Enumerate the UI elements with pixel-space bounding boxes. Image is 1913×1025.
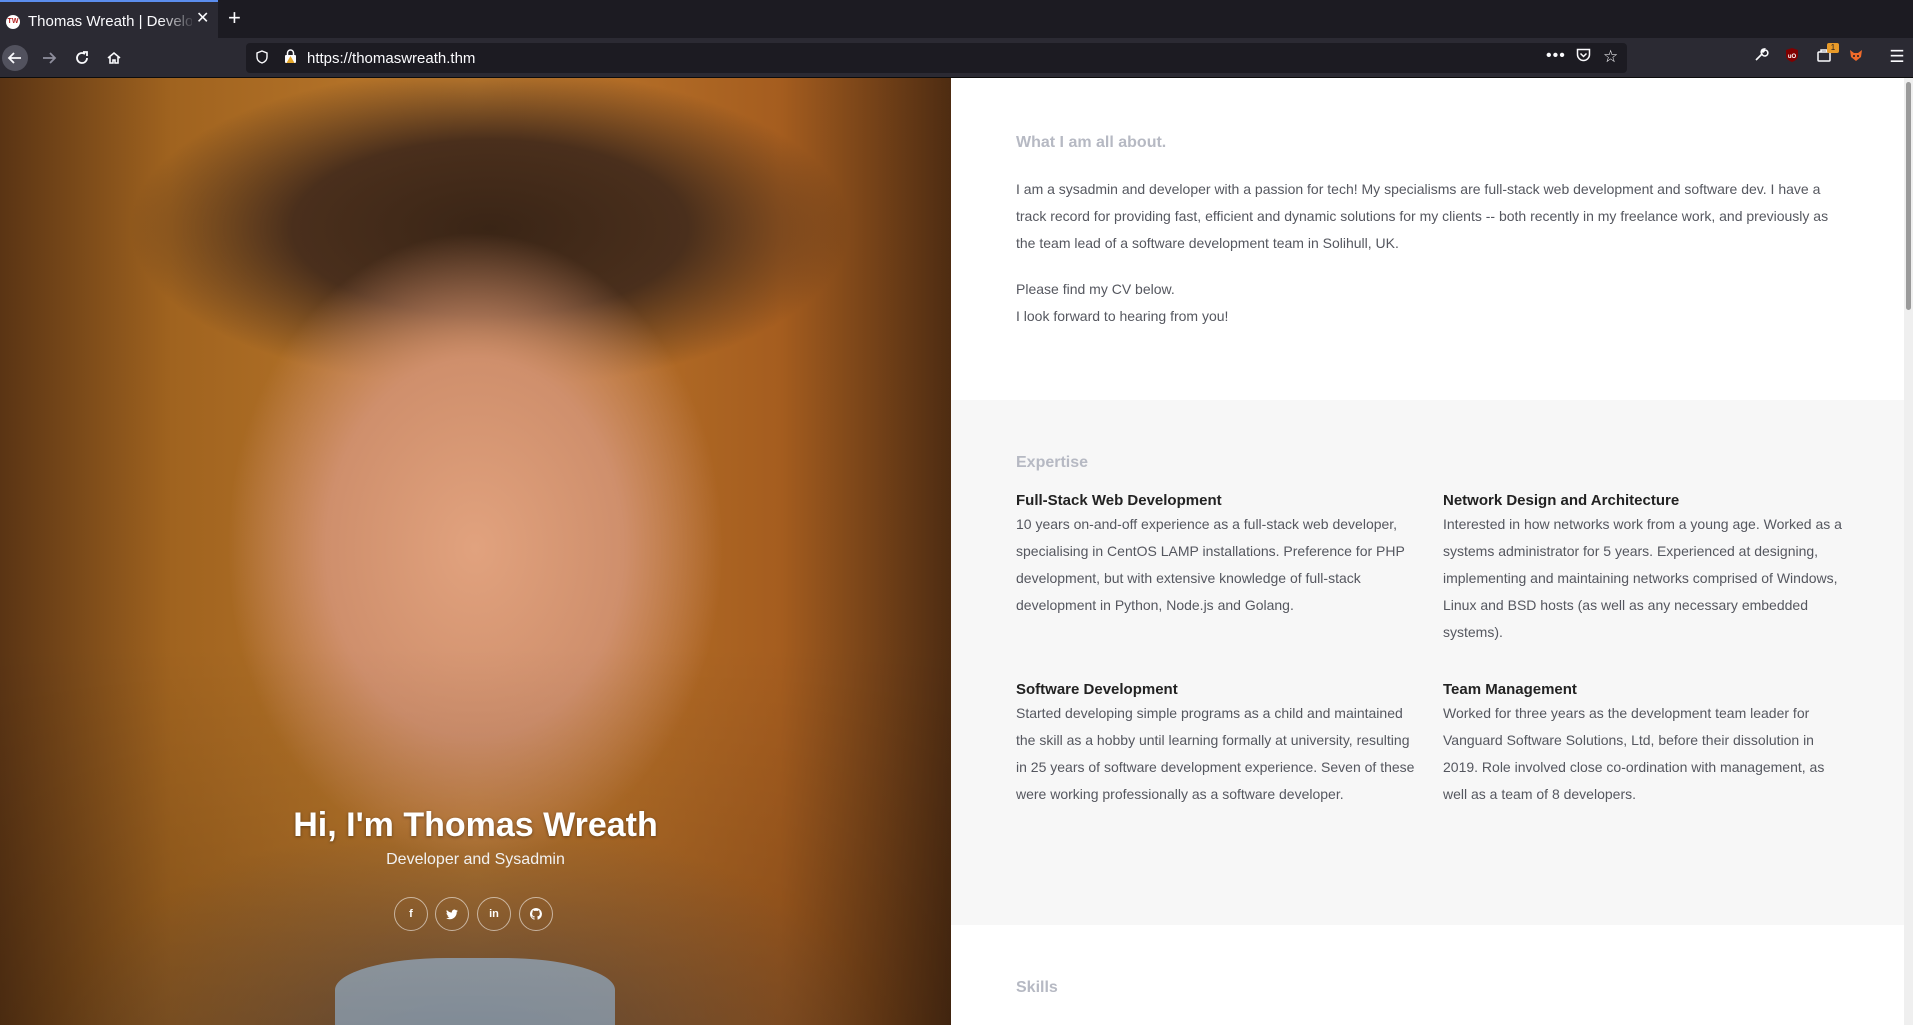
home-icon (107, 51, 121, 64)
expertise-body-fullstack: 10 years on-and-off experience as a full… (1016, 516, 1405, 613)
ublock-icon[interactable]: uO (1782, 47, 1802, 67)
hero-section: Hi, I'm Thomas Wreath Developer and Sysa… (0, 78, 951, 1025)
expertise-section: Expertise Full-Stack Web Development 10 … (951, 400, 1904, 925)
hero-title: Hi, I'm Thomas Wreath (293, 806, 658, 844)
shield-icon[interactable] (256, 50, 268, 67)
about-section: What I am all about. I am a sysadmin and… (951, 78, 1904, 400)
about-paragraph: I am a sysadmin and developer with a pas… (1016, 181, 1829, 251)
svg-text:uO: uO (1788, 54, 1797, 60)
tab-thomas-wreath[interactable]: TW Thomas Wreath | Developer ✕ (0, 0, 218, 38)
arrow-left-icon (7, 52, 21, 64)
url-bar[interactable]: https://thomaswreath.thm ••• ☆ (246, 43, 1627, 73)
expertise-body-network: Interested in how networks work from a y… (1443, 516, 1842, 640)
expertise-title-network: Network Design and Architecture (1443, 492, 1680, 509)
expertise-body-software: Started developing simple programs as a … (1016, 705, 1415, 802)
url-text[interactable]: https://thomaswreath.thm (307, 50, 475, 67)
expertise-body-team: Worked for three years as the developmen… (1443, 705, 1825, 802)
github-icon[interactable] (519, 897, 553, 931)
pocket-icon[interactable] (1576, 48, 1591, 66)
reload-button[interactable] (69, 45, 95, 71)
skills-heading: Skills (1016, 979, 1058, 996)
about-heading: What I am all about. (1016, 134, 1167, 151)
expertise-title-team: Team Management (1443, 681, 1577, 698)
skills-section: Skills (951, 925, 1904, 1025)
facebook-icon[interactable]: f (394, 897, 428, 931)
lock-warning-icon[interactable] (284, 49, 297, 67)
tab-title-fade (160, 4, 196, 38)
site-favicon-icon: TW (6, 15, 20, 29)
reload-icon (76, 51, 88, 64)
arrow-right-icon (43, 52, 57, 64)
foxyproxy-icon[interactable] (1846, 47, 1866, 67)
tab-bar: TW Thomas Wreath | Developer ✕ + (0, 0, 1913, 38)
twitter-icon[interactable] (435, 897, 469, 931)
hamburger-icon[interactable]: ☰ (1887, 47, 1907, 67)
hero-subtitle: Developer and Sysadmin (386, 851, 565, 868)
hero-overlay (0, 78, 951, 1025)
scrollbar-thumb[interactable] (1906, 82, 1911, 310)
back-button[interactable] (2, 45, 28, 71)
expertise-heading: Expertise (1016, 454, 1089, 471)
more-dots-icon[interactable]: ••• (1546, 47, 1566, 65)
expertise-title-software: Software Development (1016, 681, 1178, 698)
about-cv-line: Please find my CV below. (1016, 281, 1175, 297)
new-tab-button[interactable]: + (228, 7, 241, 29)
star-icon[interactable]: ☆ (1603, 47, 1618, 67)
home-button[interactable] (101, 45, 127, 71)
container-count-badge: 1 (1827, 43, 1839, 53)
close-tab-icon[interactable]: ✕ (196, 11, 209, 27)
about-closing-line: I look forward to hearing from you! (1016, 308, 1229, 324)
expertise-title-fullstack: Full-Stack Web Development (1016, 492, 1222, 509)
linkedin-icon[interactable]: in (477, 897, 511, 931)
forward-button[interactable] (36, 45, 62, 71)
navigation-toolbar: https://thomaswreath.thm ••• ☆ uO 1 ☰ (0, 38, 1913, 78)
wrench-icon[interactable] (1751, 47, 1771, 67)
content-column: What I am all about. I am a sysadmin and… (951, 78, 1904, 1025)
